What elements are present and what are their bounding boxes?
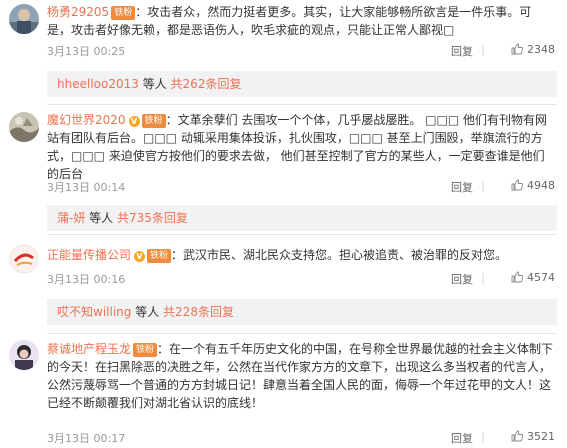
like-button[interactable]: 3521 [511, 430, 555, 443]
comment-divider [47, 104, 557, 105]
like-button[interactable]: 4574 [511, 271, 555, 284]
thumbs-up-icon [511, 271, 524, 283]
comment-text: ：武汉市民、湖北民众支持您。担心被追责、被治罪的反对您。 [171, 248, 508, 262]
comment-item: 杨勇29205 铁粉 ：攻击者众，然而力挺者更多。其实，让大家能够畅所欲言是一件乐事… [0, 0, 567, 97]
thumbs-up-icon [511, 43, 524, 55]
reply-button[interactable]: 回复 [451, 271, 473, 287]
comment-username[interactable]: 魔幻世界2020 [47, 113, 126, 127]
fan-badge: 铁粉 [147, 249, 172, 263]
comment-username[interactable]: 杨勇29205 [47, 5, 109, 19]
comment-timestamp: 3月13日 00:14 [47, 181, 126, 194]
reply-summary[interactable]: 哎不知willing 等人 共228条回复 [47, 299, 557, 325]
reply-count-link[interactable]: 共228条回复 [163, 305, 234, 319]
comment-content: 魔幻世界2020 V 铁粉 ：文革余孽们 去围攻一个个体，几乎屡战屡胜。 □□□ 他们… [47, 111, 555, 183]
comment-meta: 3月13日 00:25 回复 | 2348 [47, 43, 555, 61]
like-count: 3521 [527, 430, 555, 443]
avatar[interactable] [9, 112, 39, 142]
reply-users[interactable]: hheelloo2013 [57, 77, 139, 91]
meta-divider: | [481, 43, 485, 56]
comment-content: 杨勇29205 铁粉 ：攻击者众，然而力挺者更多。其实，让大家能够畅所欲言是一件乐事… [47, 3, 555, 39]
like-button[interactable]: 2348 [511, 43, 555, 56]
reply-summary[interactable]: 蒲-妍 等人 共735条回复 [47, 205, 557, 231]
comment-content: 蔡诚地产程玉龙 铁粉 ：在一个有五千年历史文化的中国，在号称全世界最优越的社会主义体… [47, 340, 555, 412]
like-count: 2348 [527, 43, 555, 56]
reply-summary[interactable]: hheelloo2013 等人 共262条回复 [47, 71, 557, 97]
meta-divider: | [481, 271, 485, 284]
comment-username[interactable]: 蔡诚地产程玉龙 [47, 342, 131, 356]
fan-badge: 铁粉 [133, 343, 158, 357]
avatar[interactable] [9, 4, 39, 34]
reply-count-link[interactable]: 共262条回复 [171, 77, 242, 91]
fan-badge: 铁粉 [111, 6, 136, 20]
comment-divider [47, 234, 557, 235]
thumbs-up-icon [511, 430, 524, 442]
meta-divider: | [481, 430, 485, 443]
like-count: 4574 [527, 271, 555, 284]
verified-icon: V [128, 116, 140, 127]
like-button[interactable]: 4948 [511, 179, 555, 192]
reply-connector: 等人 [135, 305, 160, 319]
reply-button[interactable]: 回复 [451, 179, 473, 195]
reply-button[interactable]: 回复 [451, 430, 473, 446]
comment-timestamp: 3月13日 00:25 [47, 45, 126, 58]
reply-connector: 等人 [89, 211, 114, 225]
comment-content: 正能量传播公司 V 铁粉 ：武汉市民、湖北民众支持您。担心被追责、被治罪的反对您。 [47, 246, 555, 264]
comment-meta: 3月13日 00:17 回复 | 3521 [47, 430, 555, 448]
reply-users[interactable]: 哎不知willing [57, 305, 131, 319]
comment-timestamp: 3月13日 00:16 [47, 273, 126, 286]
comment-username[interactable]: 正能量传播公司 [47, 248, 131, 262]
verified-icon: V [134, 251, 146, 262]
reply-button[interactable]: 回复 [451, 43, 473, 59]
comment-item: 蔡诚地产程玉龙 铁粉 ：在一个有五千年历史文化的中国，在号称全世界最优越的社会主义体… [0, 336, 567, 445]
meta-divider: | [481, 179, 485, 192]
avatar[interactable] [9, 340, 39, 370]
comment-meta: 3月13日 00:16 回复 | 4574 [47, 271, 555, 289]
comment-item: 正能量传播公司 V 铁粉 ：武汉市民、湖北民众支持您。担心被追责、被治罪的反对您。 3… [0, 238, 567, 333]
comment-timestamp: 3月13日 00:17 [47, 432, 126, 445]
reply-users[interactable]: 蒲-妍 [57, 211, 85, 225]
comment-item: 魔幻世界2020 V 铁粉 ：文革余孽们 去围攻一个个体，几乎屡战屡胜。 □□□ 他们… [0, 108, 567, 231]
like-count: 4948 [527, 179, 555, 192]
reply-connector: 等人 [142, 77, 167, 91]
comment-divider [47, 333, 557, 334]
reply-count-link[interactable]: 共735条回复 [117, 211, 188, 225]
thumbs-up-icon [511, 179, 524, 191]
fan-badge: 铁粉 [141, 114, 166, 128]
avatar[interactable] [9, 244, 39, 274]
comment-meta: 3月13日 00:14 回复 | 4948 [47, 179, 555, 197]
